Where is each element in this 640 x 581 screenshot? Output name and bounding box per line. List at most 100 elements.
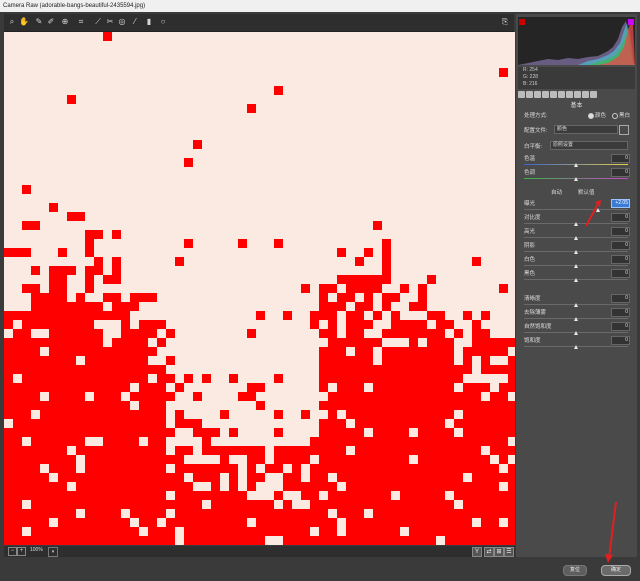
- tint-value[interactable]: 0: [611, 168, 630, 177]
- tab-detail-icon[interactable]: [534, 91, 541, 98]
- slider-thumb[interactable]: [574, 303, 578, 307]
- auto-link[interactable]: 自动: [551, 188, 562, 196]
- clipping-block: [31, 536, 40, 545]
- slider-value[interactable]: 0: [611, 255, 630, 264]
- temperature-slider-thumb[interactable]: [574, 163, 578, 167]
- open-preferences-icon[interactable]: ⎘: [500, 17, 510, 27]
- clipping-block: [31, 482, 40, 491]
- slider-value[interactable]: +2.05: [611, 199, 630, 208]
- clipping-block: [49, 275, 58, 284]
- slider-thumb[interactable]: [574, 331, 578, 335]
- tab-presets-icon[interactable]: [582, 91, 589, 98]
- hand-icon[interactable]: ✋: [19, 17, 29, 27]
- temperature-value[interactable]: 0: [611, 154, 630, 163]
- clipping-block: [418, 356, 427, 365]
- clipping-block: [13, 392, 22, 401]
- tab-curve-icon[interactable]: [526, 91, 533, 98]
- toggle-default-icon[interactable]: ☰: [504, 547, 514, 557]
- clipping-block: [382, 536, 391, 545]
- slider-value[interactable]: 0: [611, 322, 630, 331]
- ok-button[interactable]: 确定: [601, 565, 631, 576]
- clipping-block: [508, 491, 515, 500]
- zoom-icon[interactable]: ⌕: [7, 17, 17, 27]
- clipping-block: [58, 383, 67, 392]
- white-balance-dropdown[interactable]: 原照设置: [550, 141, 628, 150]
- clipping-block: [454, 437, 463, 446]
- red-eye-icon[interactable]: ◎: [117, 17, 127, 27]
- clipping-block: [508, 464, 515, 473]
- slider-value[interactable]: 0: [611, 308, 630, 317]
- adjustment-brush-icon[interactable]: ⁄: [130, 17, 140, 27]
- slider-value[interactable]: 0: [611, 213, 630, 222]
- clipping-block: [49, 482, 58, 491]
- clipping-block: [364, 401, 373, 410]
- slider-thumb[interactable]: [574, 345, 578, 349]
- slider-value[interactable]: 0: [611, 294, 630, 303]
- slider-thumb[interactable]: [574, 236, 578, 240]
- clipping-block: [418, 464, 427, 473]
- swap-before-after-icon[interactable]: ⇄: [484, 547, 494, 557]
- default-link[interactable]: 默认值: [578, 188, 595, 196]
- clipping-block: [409, 329, 418, 338]
- clipping-block: [247, 392, 256, 401]
- tab-snapshots-icon[interactable]: [590, 91, 597, 98]
- slider-thumb[interactable]: [574, 317, 578, 321]
- slider-value[interactable]: 0: [611, 227, 630, 236]
- eyedropper-icon[interactable]: ✎: [34, 17, 44, 27]
- tab-calibration-icon[interactable]: [574, 91, 581, 98]
- preview-footer: − + 100% ▾ Y ⇄ ⊞ ☰: [4, 546, 515, 557]
- treatment-color-option[interactable]: 颜色: [588, 111, 606, 119]
- tab-lens-icon[interactable]: [558, 91, 565, 98]
- shadow-clipping-icon[interactable]: [519, 19, 525, 25]
- clipping-block: [508, 419, 515, 428]
- tab-split-toning-icon[interactable]: [550, 91, 557, 98]
- slider-row: 曝光 +2.05: [524, 199, 636, 208]
- clipping-block: [472, 464, 481, 473]
- zoom-dropdown-chevron-icon[interactable]: ▾: [48, 547, 58, 557]
- zoom-out-button[interactable]: −: [8, 547, 17, 556]
- before-after-view-icon[interactable]: Y: [472, 547, 482, 557]
- tab-hsl-icon[interactable]: [542, 91, 549, 98]
- copy-settings-icon[interactable]: ⊞: [494, 547, 504, 557]
- image-preview[interactable]: [4, 32, 515, 545]
- clipping-block: [382, 464, 391, 473]
- slider-track[interactable]: [524, 209, 628, 210]
- slider-value[interactable]: 0: [611, 269, 630, 278]
- treatment-bw-option[interactable]: 黑白: [612, 111, 630, 119]
- slider-thumb[interactable]: [574, 278, 578, 282]
- slider-thumb[interactable]: [574, 222, 578, 226]
- radial-filter-icon[interactable]: ○: [158, 17, 168, 27]
- reset-button[interactable]: 复位: [563, 565, 587, 576]
- clipping-block: [76, 293, 85, 302]
- tint-slider-thumb[interactable]: [574, 177, 578, 181]
- spot-removal-icon[interactable]: ✂: [105, 17, 115, 27]
- clipping-block: [328, 518, 337, 527]
- crop-icon[interactable]: ⌗: [76, 17, 86, 27]
- clipping-block: [58, 473, 67, 482]
- clipping-block: [454, 536, 463, 545]
- clipping-block: [76, 419, 85, 428]
- clipping-block: [373, 482, 382, 491]
- clipping-block: [85, 419, 94, 428]
- graduated-filter-icon[interactable]: ▮: [144, 17, 154, 27]
- clipping-block: [4, 464, 13, 473]
- zoom-in-button[interactable]: +: [17, 547, 26, 556]
- slider-thumb[interactable]: [574, 250, 578, 254]
- tab-effects-icon[interactable]: [566, 91, 573, 98]
- profile-dropdown[interactable]: 颜色: [554, 125, 618, 134]
- slider-thumb[interactable]: [574, 264, 578, 268]
- tab-basic-icon[interactable]: [518, 91, 525, 98]
- straighten-icon[interactable]: ⟋: [93, 17, 103, 27]
- slider-value[interactable]: 0: [611, 336, 630, 345]
- zoom-level: 100%: [30, 547, 43, 553]
- slider-value[interactable]: 0: [611, 241, 630, 250]
- clipping-block: [355, 455, 364, 464]
- color-sampler-icon[interactable]: ✐: [46, 17, 56, 27]
- clipping-block: [409, 410, 418, 419]
- clipping-block: [31, 455, 40, 464]
- clipping-block: [499, 509, 508, 518]
- profile-browser-icon[interactable]: [619, 125, 629, 135]
- highlight-clipping-icon[interactable]: [628, 19, 634, 25]
- target-icon[interactable]: ⊕: [60, 17, 70, 27]
- clipping-block: [427, 491, 436, 500]
